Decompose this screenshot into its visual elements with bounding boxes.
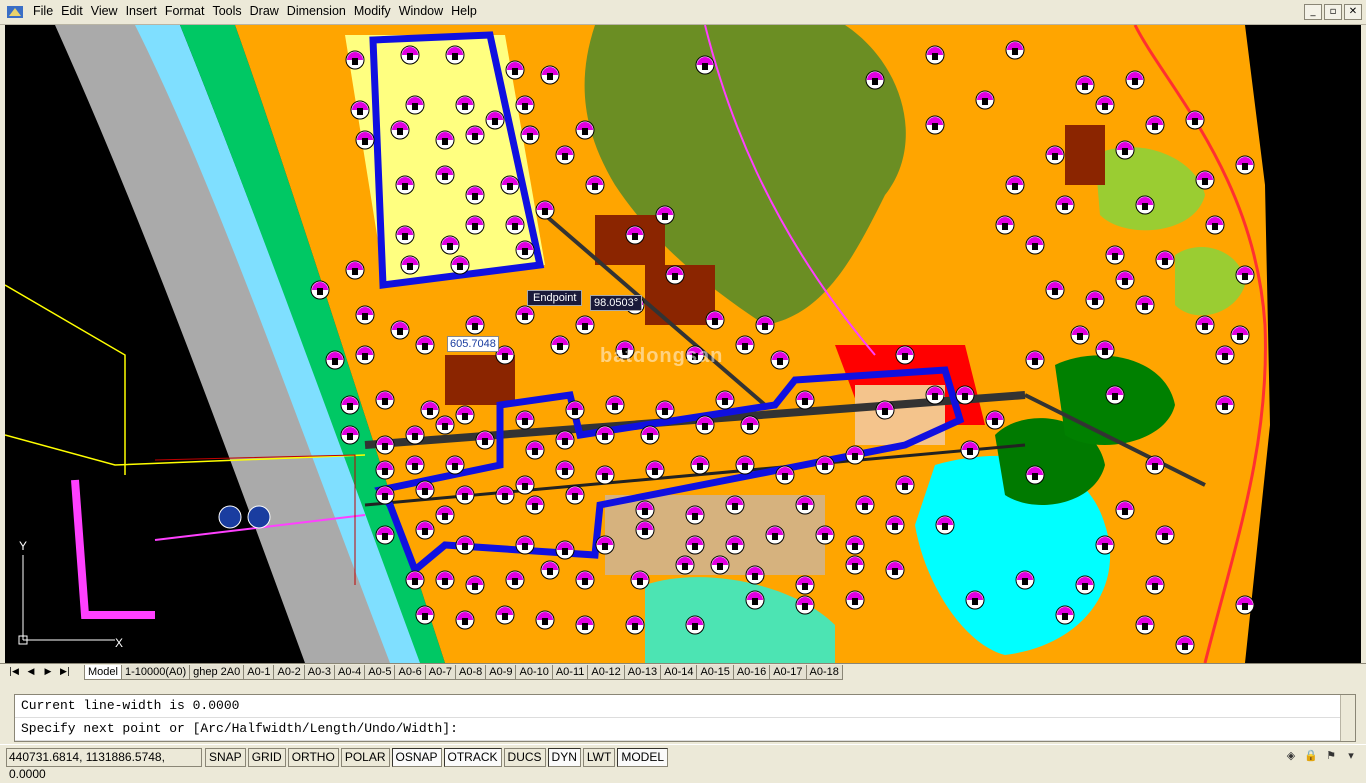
prev-tab-button[interactable]: ◀: [23, 666, 39, 679]
layout-tab-a0-1[interactable]: A0-1: [243, 665, 275, 680]
layout-tab-a0-4[interactable]: A0-4: [333, 665, 366, 680]
autocad-app-icon[interactable]: [6, 4, 24, 20]
menu-file[interactable]: File: [32, 4, 60, 18]
layout-tab-a0-14[interactable]: A0-14: [660, 665, 698, 680]
first-tab-button[interactable]: |◀: [6, 666, 22, 679]
dropdown-arrow-icon[interactable]: ▾: [1344, 749, 1358, 763]
layout-tab-a0-16[interactable]: A0-16: [732, 665, 771, 680]
layout-tab-a0-13[interactable]: A0-13: [623, 665, 662, 680]
next-tab-button[interactable]: ▶: [40, 666, 56, 679]
command-scrollbar[interactable]: [1340, 695, 1355, 741]
toggle-ortho[interactable]: ORTHO: [287, 748, 339, 767]
close-button[interactable]: ✕: [1344, 4, 1362, 20]
layout-tab-a0-10[interactable]: A0-10: [515, 665, 553, 680]
menu-bar: File Edit View Insert Format Tools Draw Dimensi…: [0, 0, 1366, 25]
last-tab-button[interactable]: ▶|: [57, 666, 73, 679]
layout-tab-bar: |◀ ◀ ▶ ▶| Model 1-10000(A0) ghep 2A0 A0-1 A0…: [0, 663, 1366, 682]
layout-tab-a0-2[interactable]: A0-2: [273, 665, 305, 680]
drafting-toggles: SNAP GRID ORTHO POLAR OSNAP OTRACK DUCS DYN LWT M…: [205, 748, 670, 767]
watermark: batdongsan: [600, 345, 724, 367]
window-controls: _ ▫ ✕: [1304, 4, 1362, 20]
communication-icon[interactable]: ⚑: [1324, 749, 1338, 763]
toggle-model[interactable]: MODEL: [617, 748, 669, 767]
layout-tab-a0-8[interactable]: A0-8: [454, 665, 487, 680]
tab-navigation: |◀ ◀ ▶ ▶|: [6, 666, 73, 679]
layout-tab-a0-12[interactable]: A0-12: [587, 665, 625, 680]
coordinate-readout: 440731.6814, 1131886.5748, 0.0000: [6, 748, 202, 781]
svg-text:X: X: [115, 636, 123, 650]
menu-edit[interactable]: Edit: [60, 4, 90, 18]
menu-help[interactable]: Help: [450, 4, 484, 18]
layout-tab-model[interactable]: Model: [84, 665, 122, 680]
menu-window[interactable]: Window: [398, 4, 450, 18]
map-drawing: Y X: [5, 25, 1270, 663]
toggle-lwt[interactable]: LWT: [582, 748, 616, 767]
status-bar: 440731.6814, 1131886.5748, 0.0000 SNAP GR…: [0, 744, 1366, 781]
menu-modify[interactable]: Modify: [353, 4, 398, 18]
toggle-osnap[interactable]: OSNAP: [391, 748, 442, 767]
menu-dimension[interactable]: Dimension: [286, 4, 353, 18]
layout-tab-a0-9[interactable]: A0-9: [485, 665, 517, 680]
layout-tab-1-10000-a0-[interactable]: 1-10000(A0): [120, 665, 191, 680]
lock-icon[interactable]: 🔒: [1304, 749, 1318, 763]
layout-tab-a0-6[interactable]: A0-6: [394, 665, 426, 680]
layout-tab-a0-15[interactable]: A0-15: [696, 665, 734, 680]
menu-view[interactable]: View: [90, 4, 125, 18]
layout-tab-a0-18[interactable]: A0-18: [805, 665, 843, 680]
toggle-dyn[interactable]: DYN: [547, 748, 581, 767]
layout-tab-a0-7[interactable]: A0-7: [424, 665, 456, 680]
toggle-snap[interactable]: SNAP: [205, 748, 246, 767]
layout-tab-a0-3[interactable]: A0-3: [303, 665, 335, 680]
menu-insert[interactable]: Insert: [125, 4, 164, 18]
toggle-polar[interactable]: POLAR: [340, 748, 390, 767]
menu-items: File Edit View Insert Format Tools Draw Dimensi…: [32, 4, 484, 18]
restore-button[interactable]: ▫: [1324, 4, 1342, 20]
command-window[interactable]: Current line-width is 0.0000 Specify nex…: [14, 694, 1356, 742]
minimize-button[interactable]: _: [1304, 4, 1322, 20]
command-history-line: Current line-width is 0.0000: [15, 695, 1355, 718]
toggle-ducs[interactable]: DUCS: [503, 748, 546, 767]
layout-tab-ghep-2a0[interactable]: ghep 2A0: [189, 665, 245, 680]
osnap-tooltip: Endpoint: [527, 290, 583, 306]
dynamic-angle-input[interactable]: 98.0503°: [590, 295, 643, 311]
toggle-otrack[interactable]: OTRACK: [443, 748, 502, 767]
toggle-grid[interactable]: GRID: [247, 748, 286, 767]
dynamic-length-input[interactable]: 605.7048: [447, 336, 499, 352]
drawing-canvas[interactable]: Y X Endpoint 98.0503° 605.7048 batdongsa…: [5, 25, 1361, 663]
annotation-scale-icon[interactable]: ◈: [1284, 749, 1298, 763]
svg-text:Y: Y: [19, 539, 27, 553]
layout-tab-a0-5[interactable]: A0-5: [364, 665, 396, 680]
layout-tabs: Model 1-10000(A0) ghep 2A0 A0-1 A0-2 A0-3 A0-4…: [84, 665, 843, 680]
layout-tab-a0-17[interactable]: A0-17: [769, 665, 807, 680]
layout-tab-a0-11[interactable]: A0-11: [551, 665, 589, 680]
menu-draw[interactable]: Draw: [249, 4, 286, 18]
command-prompt-line[interactable]: Specify next point or [Arc/Halfwidth/Len…: [15, 718, 1355, 741]
status-tray: ◈ 🔒 ⚑ ▾: [1284, 749, 1358, 763]
menu-tools[interactable]: Tools: [211, 4, 248, 18]
menu-format[interactable]: Format: [164, 4, 212, 18]
